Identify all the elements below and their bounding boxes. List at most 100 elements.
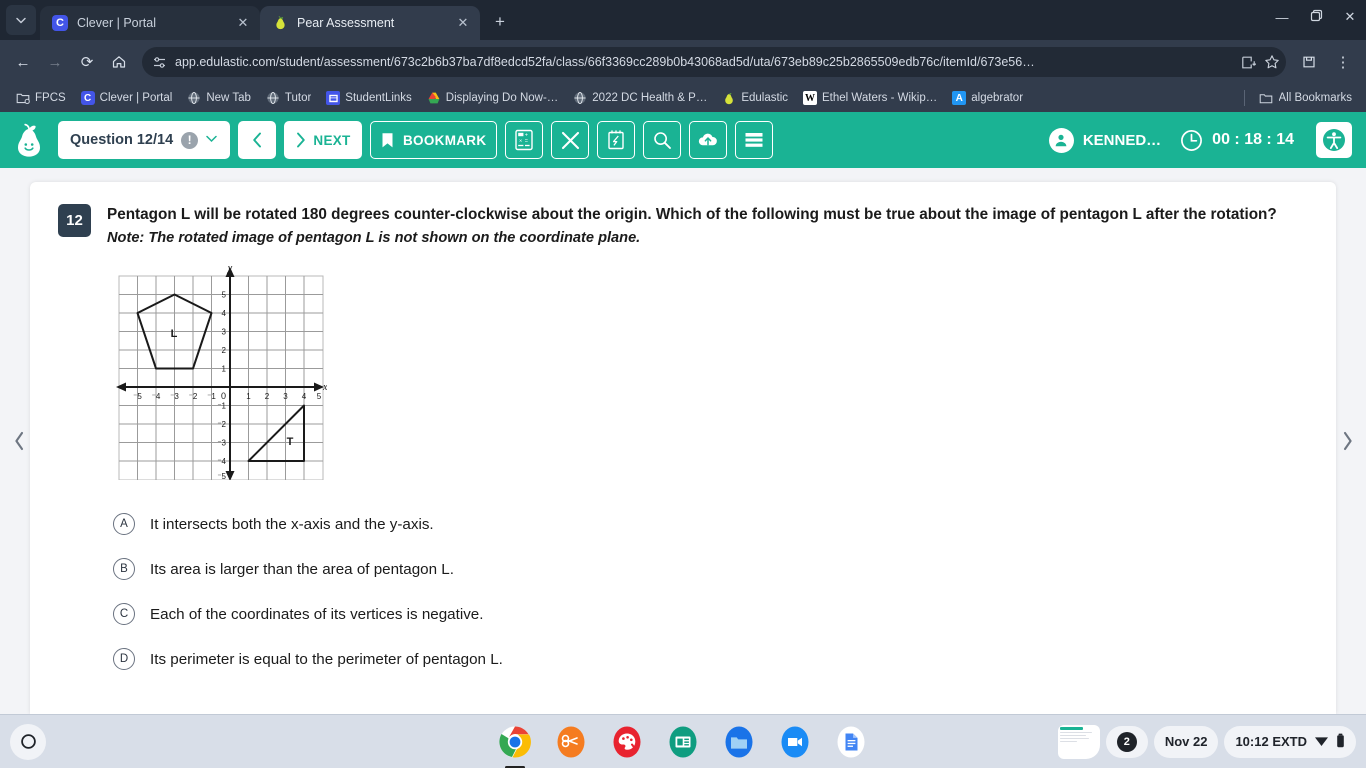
all-bookmarks-label[interactable]: All Bookmarks xyxy=(1279,92,1353,104)
next-question-button[interactable]: NEXT xyxy=(284,121,362,159)
crossout-x-icon[interactable] xyxy=(551,121,590,159)
maximize-icon[interactable] xyxy=(1306,9,1326,25)
pear-assessment-logo[interactable] xyxy=(12,121,46,159)
close-icon[interactable]: ✕ xyxy=(454,14,472,32)
install-app-icon[interactable] xyxy=(1241,55,1256,70)
wifi-icon xyxy=(1314,734,1329,750)
calculator-icon[interactable]: + × = xyxy=(505,121,544,159)
bookmark-label: StudentLinks xyxy=(345,92,412,104)
cloud-upload-icon[interactable] xyxy=(689,121,728,159)
back-button[interactable]: ← xyxy=(8,47,38,77)
bookmark-label: BOOKMARK xyxy=(403,132,487,148)
paint-icon[interactable] xyxy=(608,723,646,761)
bookmark-new-tab[interactable]: New Tab xyxy=(181,88,257,108)
coordinate-plane-figure: y x ⁻5 ⁻4 ⁻3 ⁻2 ⁻1 1 2 3 4 xyxy=(115,262,1308,485)
bookmark-button[interactable]: BOOKMARK xyxy=(370,121,498,159)
status-tray: 2 Nov 22 10:12 EXTD xyxy=(1057,724,1356,759)
globe-icon xyxy=(266,91,280,105)
docs-icon[interactable] xyxy=(832,723,870,761)
bookmark-studentlinks[interactable]: StudentLinks xyxy=(320,88,418,108)
bookmark-star-icon[interactable] xyxy=(1264,54,1280,70)
browser-menu-icon[interactable]: ⋮ xyxy=(1328,47,1358,77)
svg-text:⁻2: ⁻2 xyxy=(189,392,198,401)
browser-toolbar: ← → ⟳ app.edulastic.com/student/assessme… xyxy=(0,40,1366,84)
bookmark-edulastic[interactable]: Edulastic xyxy=(716,88,794,108)
folder-settings-icon xyxy=(16,91,30,105)
svg-text:=: = xyxy=(525,138,528,144)
slides-icon xyxy=(326,91,341,105)
tab-search-button[interactable] xyxy=(6,5,36,35)
files-icon[interactable] xyxy=(720,723,758,761)
question-card: 12 Pentagon L will be rotated 180 degree… xyxy=(30,182,1336,714)
extensions-icon[interactable] xyxy=(1294,47,1324,77)
question-list-icon[interactable] xyxy=(735,121,774,159)
svg-text:4: 4 xyxy=(222,309,227,318)
svg-text:⁻1: ⁻1 xyxy=(207,392,216,401)
svg-text:2: 2 xyxy=(265,392,270,401)
all-bookmarks-group: All Bookmarks xyxy=(1236,90,1357,106)
bookmark-displaying-do-now[interactable]: Displaying Do Now-… xyxy=(421,88,564,108)
tab-clever-portal[interactable]: C Clever | Portal ✕ xyxy=(40,6,260,40)
launcher-circle-icon[interactable] xyxy=(10,723,46,760)
bookmark-2022-dc-health[interactable]: 2022 DC Health & P… xyxy=(567,88,713,108)
timer-value: 00 : 18 : 14 xyxy=(1212,131,1294,148)
scissors-icon[interactable] xyxy=(552,723,590,761)
bookmark-tutor[interactable]: Tutor xyxy=(260,88,317,108)
pear-icon xyxy=(722,91,736,105)
close-icon[interactable]: ✕ xyxy=(234,14,252,32)
answer-option-a[interactable]: A It intersects both the x-axis and the … xyxy=(113,513,1308,536)
user-name: KENNED… xyxy=(1082,131,1162,149)
bookmark-ethel-waters[interactable]: W Ethel Waters - Wikip… xyxy=(797,88,943,108)
next-label: NEXT xyxy=(313,132,351,148)
time-label: 10:12 EXTD xyxy=(1235,734,1307,749)
answer-option-d[interactable]: D Its perimeter is equal to the perimete… xyxy=(113,648,1308,671)
question-counter: Question 12/14 xyxy=(70,132,174,148)
user-chip[interactable]: KENNED… xyxy=(1048,127,1162,153)
answer-option-b[interactable]: B Its area is larger than the area of pe… xyxy=(113,558,1308,581)
date-pill[interactable]: Nov 22 xyxy=(1153,725,1219,758)
svg-text:2: 2 xyxy=(222,346,227,355)
window-preview-icon[interactable] xyxy=(1057,724,1100,759)
y-axis-label: y xyxy=(227,263,233,274)
home-button[interactable] xyxy=(104,47,134,77)
reload-button[interactable]: ⟳ xyxy=(72,47,102,77)
svg-text:1: 1 xyxy=(246,392,251,401)
svg-text:3: 3 xyxy=(283,392,288,401)
bookmark-fpcs[interactable]: FPCS xyxy=(10,88,72,108)
tab-pear-assessment[interactable]: Pear Assessment ✕ xyxy=(260,6,480,40)
notification-badge[interactable]: 2 xyxy=(1105,725,1148,758)
accessibility-button[interactable] xyxy=(1316,122,1352,158)
bookmark-algebrator[interactable]: A algebrator xyxy=(946,88,1029,108)
chrome-icon[interactable] xyxy=(496,723,534,761)
shelf-apps xyxy=(496,723,870,761)
magnifier-icon[interactable] xyxy=(643,121,682,159)
classroom-icon[interactable] xyxy=(664,723,702,761)
bookmark-label: Ethel Waters - Wikip… xyxy=(822,92,938,104)
question-selector[interactable]: Question 12/14 ! xyxy=(58,121,230,159)
close-window-icon[interactable]: ✕ xyxy=(1340,9,1360,25)
new-tab-button[interactable]: + xyxy=(486,8,514,36)
clock-status-pill[interactable]: 10:12 EXTD xyxy=(1224,725,1356,758)
minimize-icon[interactable]: — xyxy=(1272,10,1292,25)
answer-option-c[interactable]: C Each of the coordinates of its vertice… xyxy=(113,603,1308,626)
globe-icon xyxy=(187,91,201,105)
svg-text:⁻1: ⁻1 xyxy=(217,402,226,411)
svg-text:×: × xyxy=(519,138,522,144)
x-axis-label: x xyxy=(322,382,327,393)
forward-button[interactable]: → xyxy=(40,47,70,77)
bookmark-clever-portal[interactable]: C Clever | Portal xyxy=(75,88,179,108)
site-settings-icon[interactable] xyxy=(152,55,167,70)
svg-text:⁻5: ⁻5 xyxy=(217,472,226,480)
option-letter: B xyxy=(113,558,135,581)
next-item-arrow[interactable] xyxy=(1332,418,1362,464)
meet-icon[interactable] xyxy=(776,723,814,761)
previous-question-button[interactable] xyxy=(238,121,276,159)
bookmark-icon xyxy=(382,132,393,147)
avatar xyxy=(1048,127,1074,153)
scratchpad-icon[interactable] xyxy=(597,121,636,159)
option-text: Its perimeter is equal to the perimeter … xyxy=(150,650,503,668)
page-viewport: Question 12/14 ! NEXT BOOKMARK + × = KEN… xyxy=(0,112,1366,714)
notification-count: 2 xyxy=(1116,731,1137,752)
address-bar[interactable]: app.edulastic.com/student/assessment/673… xyxy=(142,47,1286,77)
bookmark-label: algebrator xyxy=(971,92,1024,104)
